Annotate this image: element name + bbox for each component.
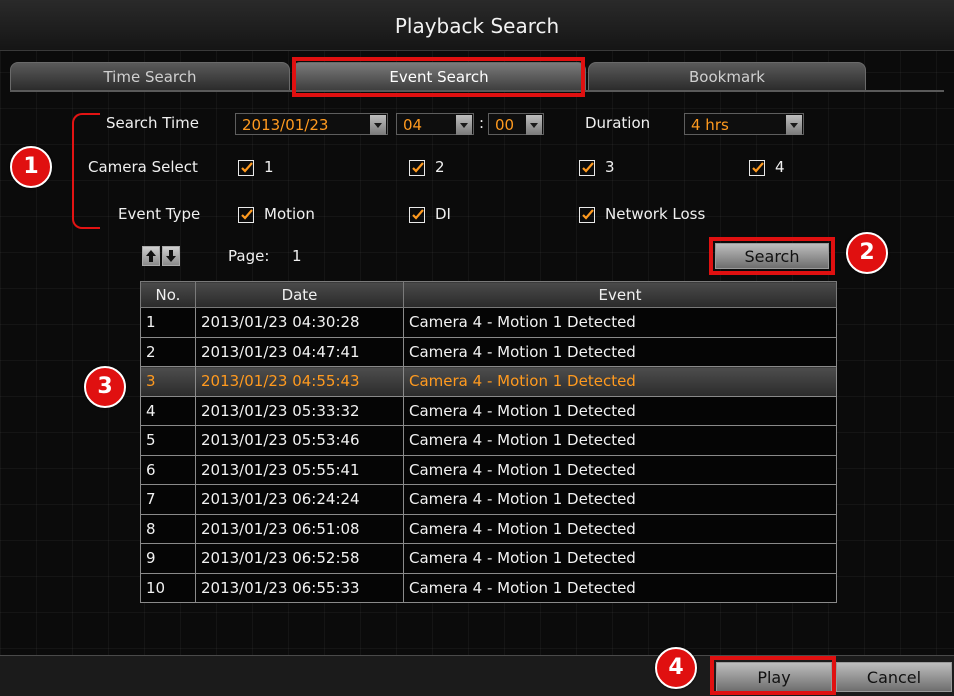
camera-1-checkbox[interactable] (238, 160, 254, 176)
hour-select[interactable]: 04 (396, 113, 474, 135)
camera-4-label: 4 (775, 158, 785, 176)
table-row[interactable]: 6 2013/01/23 05:55:41 Camera 4 - Motion 1 … (140, 454, 837, 485)
camera-4-checkbox[interactable] (749, 160, 765, 176)
table-header-row: No. Date Event (140, 281, 837, 308)
di-checkbox[interactable] (409, 207, 425, 223)
event-search-highlight-box (292, 57, 585, 97)
camera-3-label: 3 (605, 158, 615, 176)
tab-bookmark[interactable]: Bookmark (588, 62, 866, 91)
row-date-cell: 2013/01/23 05:55:41 (195, 454, 404, 485)
page-label: Page: (228, 247, 270, 265)
row-date-cell: 2013/01/23 04:30:28 (195, 307, 404, 338)
search-time-label: Search Time (106, 114, 200, 132)
table-row[interactable]: 5 2013/01/23 05:53:46 Camera 4 - Motion 1 … (140, 425, 837, 456)
window-title: Playback Search (394, 14, 560, 38)
column-header-date[interactable]: Date (195, 281, 404, 308)
column-header-no[interactable]: No. (140, 281, 196, 308)
motion-label: Motion (264, 205, 315, 223)
arrow-down-icon (166, 250, 176, 262)
row-event-cell: Camera 4 - Motion 1 Detected (403, 484, 837, 515)
results-table-body: 1 2013/01/23 04:30:28 Camera 4 - Motion 1 … (140, 307, 837, 603)
row-number-cell: 10 (140, 572, 196, 603)
table-row[interactable]: 7 2013/01/23 06:24:24 Camera 4 - Motion 1 … (140, 484, 837, 515)
search-highlight-box (709, 237, 835, 275)
chevron-down-icon[interactable] (370, 115, 386, 135)
chevron-down-icon[interactable] (786, 115, 802, 135)
play-highlight-box (710, 656, 836, 695)
network-loss-label: Network Loss (605, 205, 706, 223)
callout-badge-4: 4 (655, 647, 697, 689)
hour-value: 04 (403, 116, 423, 134)
motion-checkbox[interactable] (238, 207, 254, 223)
date-field[interactable]: 2013/01/23 (235, 113, 388, 135)
table-row[interactable]: 4 2013/01/23 05:33:32 Camera 4 - Motion 1 … (140, 395, 837, 426)
network-loss-checkbox[interactable] (579, 207, 595, 223)
row-date-cell: 2013/01/23 06:24:24 (195, 484, 404, 515)
row-event-cell: Camera 4 - Motion 1 Detected (403, 454, 837, 485)
table-row[interactable]: 8 2013/01/23 06:51:08 Camera 4 - Motion 1 … (140, 513, 837, 544)
table-row[interactable]: 1 2013/01/23 04:30:28 Camera 4 - Motion 1 … (140, 307, 837, 338)
row-event-cell: Camera 4 - Motion 1 Detected (403, 513, 837, 544)
callout-badge-1: 1 (10, 146, 52, 188)
arrow-up-icon (146, 250, 156, 262)
row-date-cell: 2013/01/23 06:52:58 (195, 543, 404, 574)
table-row[interactable]: 2 2013/01/23 04:47:41 Camera 4 - Motion 1 … (140, 336, 837, 367)
chevron-down-icon[interactable] (456, 115, 472, 135)
column-header-event[interactable]: Event (403, 281, 837, 308)
row-number-cell: 2 (140, 336, 196, 367)
row-date-cell: 2013/01/23 04:47:41 (195, 336, 404, 367)
minute-select[interactable]: 00 (488, 113, 544, 135)
di-label: DI (435, 205, 451, 223)
camera-1-label: 1 (264, 158, 274, 176)
row-number-cell: 1 (140, 307, 196, 338)
time-separator: : (479, 114, 485, 132)
row-number-cell: 7 (140, 484, 196, 515)
duration-value: 4 hrs (691, 116, 729, 134)
callout-bracket (72, 113, 100, 229)
title-bar: Playback Search (0, 0, 954, 51)
row-number-cell: 8 (140, 513, 196, 544)
duration-label: Duration (585, 114, 651, 132)
row-event-cell: Camera 4 - Motion 1 Detected (403, 307, 837, 338)
row-date-cell: 2013/01/23 06:51:08 (195, 513, 404, 544)
chevron-down-icon[interactable] (526, 115, 542, 135)
table-row[interactable]: 3 2013/01/23 04:55:43 Camera 4 - Motion 1 … (140, 366, 837, 397)
row-event-cell: Camera 4 - Motion 1 Detected (403, 336, 837, 367)
callout-badge-2: 2 (846, 232, 888, 274)
row-date-cell: 2013/01/23 04:55:43 (195, 366, 404, 397)
table-row[interactable]: 9 2013/01/23 06:52:58 Camera 4 - Motion 1 … (140, 543, 837, 574)
tab-time-search[interactable]: Time Search (10, 62, 290, 91)
camera-3-checkbox[interactable] (579, 160, 595, 176)
row-number-cell: 6 (140, 454, 196, 485)
row-event-cell: Camera 4 - Motion 1 Detected (403, 366, 837, 397)
row-number-cell: 9 (140, 543, 196, 574)
camera-2-checkbox[interactable] (409, 160, 425, 176)
page-number: 1 (292, 247, 302, 265)
playback-search-window: Playback Search Time Search Event Search… (0, 0, 954, 696)
row-event-cell: Camera 4 - Motion 1 Detected (403, 395, 837, 426)
callout-badge-3: 3 (84, 366, 126, 408)
row-event-cell: Camera 4 - Motion 1 Detected (403, 572, 837, 603)
page-down-button[interactable] (162, 246, 180, 266)
row-event-cell: Camera 4 - Motion 1 Detected (403, 425, 837, 456)
row-date-cell: 2013/01/23 05:33:32 (195, 395, 404, 426)
minute-value: 00 (495, 116, 515, 134)
table-row[interactable]: 10 2013/01/23 06:55:33 Camera 4 - Motion 1… (140, 572, 837, 603)
cancel-button[interactable]: Cancel (836, 662, 952, 692)
row-event-cell: Camera 4 - Motion 1 Detected (403, 543, 837, 574)
date-value: 2013/01/23 (242, 116, 329, 134)
row-date-cell: 2013/01/23 06:55:33 (195, 572, 404, 603)
page-up-button[interactable] (142, 246, 160, 266)
row-number-cell: 3 (140, 366, 196, 397)
camera-2-label: 2 (435, 158, 445, 176)
event-type-label: Event Type (118, 205, 201, 223)
duration-select[interactable]: 4 hrs (684, 113, 804, 135)
camera-select-label: Camera Select (88, 158, 198, 176)
row-date-cell: 2013/01/23 05:53:46 (195, 425, 404, 456)
results-table: No. Date Event 1 2013/01/23 04:30:28 Camer… (140, 281, 837, 603)
row-number-cell: 5 (140, 425, 196, 456)
row-number-cell: 4 (140, 395, 196, 426)
